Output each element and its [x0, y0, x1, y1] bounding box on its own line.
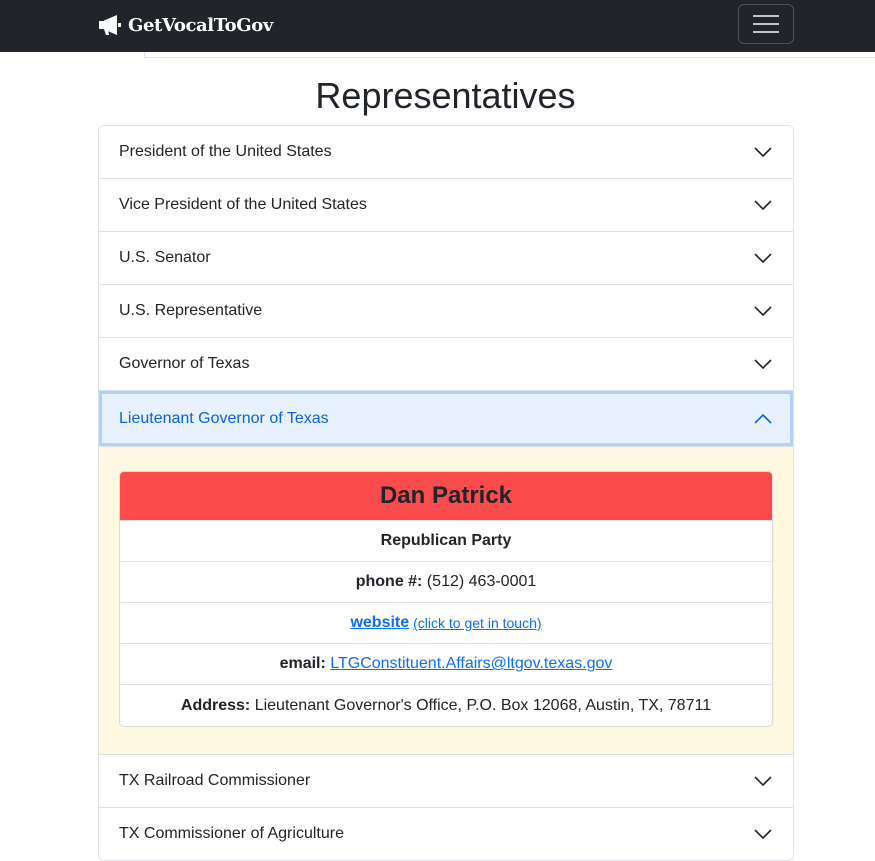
party-name: Republican Party [380, 532, 512, 549]
accordion-item-open: Lieutenant Governor of Texas Dan Patrick… [99, 390, 793, 754]
chevron-down-icon [754, 306, 772, 316]
website-link[interactable]: website [350, 614, 409, 632]
chevron-down-icon [754, 200, 772, 210]
accordion-label: Lieutenant Governor of Texas [119, 409, 329, 427]
navbar: GetVocalToGov [0, 0, 875, 52]
accordion-item: President of the United States [99, 126, 793, 178]
accordion-item: TX Commissioner of Agriculture [99, 807, 793, 860]
chevron-down-icon [754, 359, 772, 369]
address-label: Address: [180, 696, 251, 714]
chevron-down-icon [754, 829, 772, 839]
email-row: email: LTGConstituent.Affairs@ltgov.texa… [120, 644, 772, 685]
accordion-header-railroad-commissioner[interactable]: TX Railroad Commissioner [99, 755, 793, 807]
chevron-up-icon [754, 413, 772, 424]
party-row: Republican Party [120, 521, 772, 562]
address-row: Address: Lieutenant Governor's Office, P… [120, 685, 772, 726]
megaphone-icon [99, 15, 121, 35]
accordion-header-lieutenant-governor[interactable]: Lieutenant Governor of Texas [99, 391, 793, 447]
chevron-down-icon [754, 776, 772, 786]
website-row: website (click to get in touch) [120, 603, 772, 644]
accordion-header-governor[interactable]: Governor of Texas [99, 338, 793, 390]
accordion-label: President of the United States [119, 143, 332, 160]
accordion-item: Vice President of the United States [99, 178, 793, 231]
phone-label: phone #: [355, 573, 423, 590]
accordion-header-us-representative[interactable]: U.S. Representative [99, 285, 793, 337]
accordion-item: Governor of Texas [99, 337, 793, 390]
accordion-body: Dan Patrick Republican Party phone #: (5… [99, 447, 793, 754]
representative-card: Dan Patrick Republican Party phone #: (5… [119, 471, 773, 727]
brand-link[interactable]: GetVocalToGov [98, 12, 273, 38]
accordion-header-vice-president[interactable]: Vice President of the United States [99, 179, 793, 231]
accordion-item: TX Railroad Commissioner [99, 754, 793, 807]
accordion-label: TX Railroad Commissioner [119, 772, 311, 789]
phone-row: phone #: (512) 463-0001 [120, 562, 772, 603]
chevron-down-icon [754, 147, 772, 157]
brand-name: GetVocalToGov [128, 14, 273, 36]
phone-value: (512) 463-0001 [426, 573, 537, 590]
email-link[interactable]: LTGConstituent.Affairs@ltgov.texas.gov [330, 655, 612, 673]
nav-divider [144, 52, 875, 58]
representatives-accordion: President of the United States Vice Pres… [98, 125, 794, 861]
email-label: email: [279, 655, 326, 672]
accordion-label: TX Commissioner of Agriculture [119, 825, 344, 842]
website-hint-link[interactable]: (click to get in touch) [413, 615, 541, 631]
accordion-item: U.S. Representative [99, 284, 793, 337]
representative-name: Dan Patrick [120, 472, 772, 521]
page-title: Representatives [315, 75, 576, 116]
address-value: Lieutenant Governor's Office, P.O. Box 1… [254, 696, 712, 714]
accordion-header-us-senator[interactable]: U.S. Senator [99, 232, 793, 284]
accordion-label: Vice President of the United States [119, 196, 367, 213]
accordion-header-agriculture-commissioner[interactable]: TX Commissioner of Agriculture [99, 808, 793, 860]
accordion-label: U.S. Representative [119, 302, 263, 319]
accordion-item: U.S. Senator [99, 231, 793, 284]
accordion-label: U.S. Senator [119, 249, 211, 266]
navbar-toggle-button[interactable] [738, 4, 794, 44]
chevron-down-icon [754, 253, 772, 263]
accordion-header-president[interactable]: President of the United States [99, 126, 793, 178]
accordion-label: Governor of Texas [119, 355, 250, 372]
hamburger-menu-icon [753, 15, 779, 33]
